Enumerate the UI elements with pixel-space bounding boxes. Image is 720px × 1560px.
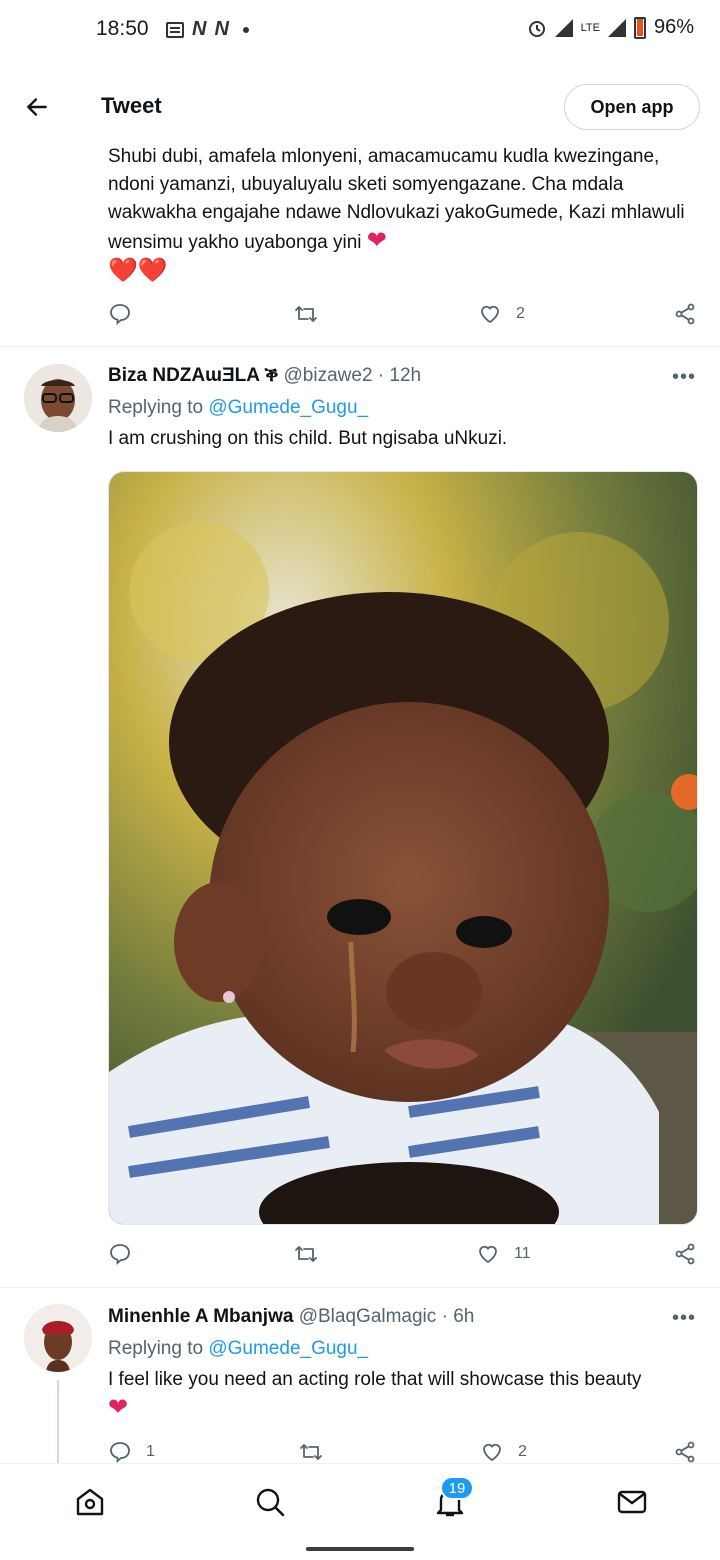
tweet-time: 12h: [389, 365, 422, 386]
share-icon: [675, 1243, 695, 1265]
retweet-icon: [295, 1246, 317, 1262]
status-time: 18:50: [96, 17, 149, 40]
heart-emoji: ❤: [366, 227, 387, 254]
baby-photo-image: [109, 472, 697, 1224]
retweet-button[interactable]: [298, 1440, 324, 1464]
avatar[interactable]: [24, 1304, 92, 1372]
share-button[interactable]: [673, 1440, 697, 1464]
reply-count: 1: [146, 1443, 155, 1460]
like-button[interactable]: 2: [480, 1440, 527, 1464]
share-button[interactable]: [673, 1242, 697, 1266]
home-tab[interactable]: [70, 1482, 110, 1522]
n-app-icon: N: [214, 18, 229, 40]
replying-to: Replying to @Gumede_Gugu_: [108, 397, 369, 418]
tweet-1-actions: 2: [108, 302, 698, 332]
search-icon: [256, 1488, 285, 1517]
reply-button[interactable]: [108, 302, 132, 326]
reply-icon: [110, 304, 130, 325]
tweet-2-text: I am crushing on this child. But ngisaba…: [108, 428, 508, 449]
messages-tab[interactable]: [612, 1482, 652, 1522]
tweet-2-header: Biza NDZAɯƎLA ቕ @bizawe2 · 12h: [108, 365, 422, 386]
status-bar: 18:50 N N LTE 96%: [0, 0, 720, 60]
tweet-1-text: Shubi dubi, amafela mlonyeni, amacamucam…: [108, 146, 685, 284]
user-handle[interactable]: @bizawe2: [284, 365, 373, 386]
heart-emoji: ❤: [108, 1394, 129, 1421]
retweet-button[interactable]: [293, 1242, 319, 1266]
like-button[interactable]: 2: [478, 302, 525, 326]
thread-line: [57, 1380, 59, 1464]
signal-icon-2: [607, 18, 626, 37]
more-options-icon[interactable]: •••: [672, 366, 696, 389]
display-name[interactable]: Minenhle A Mbanjwa: [108, 1306, 293, 1327]
app-header: Tweet Open app: [0, 66, 720, 148]
reply-button[interactable]: [108, 1242, 132, 1266]
message-notification-icon: [166, 21, 184, 38]
user-handle[interactable]: @BlaqGalmagic: [299, 1306, 437, 1327]
reply-button[interactable]: 1: [108, 1440, 155, 1464]
share-button[interactable]: [673, 302, 697, 326]
tweet-2-actions: 11: [108, 1242, 698, 1272]
like-icon: [483, 1443, 501, 1462]
tweet-3-header: Minenhle A Mbanjwa @BlaqGalmagic · 6h: [108, 1306, 475, 1327]
bottom-navigation: 19: [0, 1463, 720, 1535]
replying-to-link[interactable]: @Gumede_Gugu_: [208, 1338, 368, 1359]
share-icon: [675, 1441, 695, 1463]
n-app-icon: N: [192, 18, 207, 40]
like-icon: [481, 305, 499, 324]
avatar-image: [24, 1304, 92, 1372]
system-icons: LTE 96%: [527, 16, 694, 39]
open-app-button[interactable]: Open app: [564, 84, 700, 130]
battery-icon: [633, 16, 646, 39]
home-icon: [76, 1488, 104, 1516]
battery-percent: 96%: [653, 16, 694, 38]
retweet-icon: [295, 306, 317, 322]
like-button[interactable]: 11: [476, 1242, 531, 1266]
search-tab[interactable]: [250, 1482, 290, 1522]
signal-icon: [554, 18, 573, 37]
back-arrow-icon[interactable]: [24, 94, 50, 120]
replying-to: Replying to @Gumede_Gugu_: [108, 1338, 369, 1359]
alarm-icon: [528, 20, 545, 37]
notification-icons: N N: [166, 18, 249, 41]
gesture-bar[interactable]: [306, 1547, 414, 1551]
display-name[interactable]: Biza NDZAɯƎLA ቕ: [108, 365, 278, 386]
more-notifications-icon: [242, 26, 249, 33]
retweet-button[interactable]: [293, 302, 319, 326]
replying-to-link[interactable]: @Gumede_Gugu_: [208, 397, 368, 418]
like-count: 2: [516, 305, 525, 322]
messages-icon: [617, 1490, 647, 1514]
tweet-3-text: I feel like you need an acting role that…: [108, 1369, 642, 1421]
like-count: 2: [518, 1443, 527, 1460]
retweet-icon: [300, 1444, 322, 1460]
divider: [0, 346, 720, 347]
divider: [0, 1287, 720, 1288]
like-count: 11: [514, 1245, 531, 1262]
page-title: Tweet: [101, 93, 162, 118]
notifications-badge: 19: [440, 1476, 474, 1500]
avatar[interactable]: [24, 364, 92, 432]
reply-icon: [110, 1244, 130, 1265]
tweet-photo[interactable]: [108, 471, 698, 1225]
network-type: LTE: [580, 21, 600, 34]
tweet-time: 6h: [453, 1306, 475, 1327]
hearts-emoji: ❤️❤️: [108, 257, 168, 284]
reply-icon: [110, 1442, 130, 1463]
avatar-image: [24, 364, 92, 432]
more-options-icon[interactable]: •••: [672, 1307, 696, 1330]
like-icon: [479, 1245, 497, 1264]
share-icon: [675, 303, 695, 325]
